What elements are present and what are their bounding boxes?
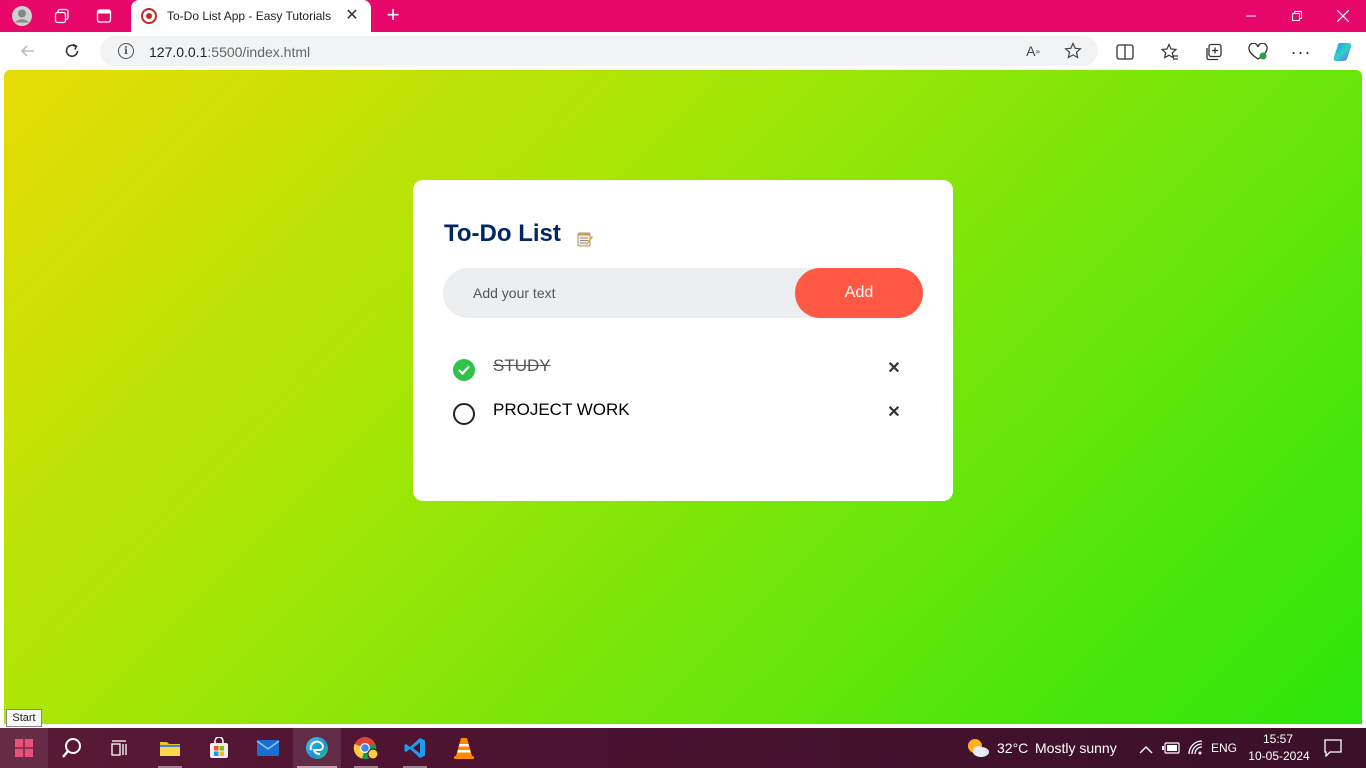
todo-input-row: Add <box>443 268 923 318</box>
todo-card: To-Do List Add STUDY ✕ PROJECT WORK ✕ <box>413 180 953 501</box>
split-screen-icon[interactable] <box>1114 41 1136 63</box>
browser-toolbar: i 127.0.0.1:5500/index.html A» ··· <box>0 32 1366 70</box>
app-title-text: To-Do List <box>444 220 561 247</box>
microsoft-store-icon[interactable] <box>195 728 243 768</box>
start-tooltip: Start <box>6 709 42 727</box>
minimize-button[interactable] <box>1228 0 1274 32</box>
edge-icon[interactable] <box>293 728 341 768</box>
page-viewport: To-Do List Add STUDY ✕ PROJECT WORK ✕ <box>4 70 1362 724</box>
url-path: :5500/index.html <box>207 44 311 60</box>
clock-date[interactable]: 10-05-2024 <box>1248 749 1310 763</box>
task-label: PROJECT WORK <box>493 400 630 419</box>
new-tab-button[interactable]: + <box>381 4 405 28</box>
weather-icon[interactable] <box>966 737 990 759</box>
clock-time[interactable]: 15:57 <box>1250 732 1306 746</box>
todo-input[interactable] <box>473 268 783 318</box>
task-view-icon[interactable] <box>96 728 144 768</box>
notifications-icon[interactable] <box>1324 739 1342 758</box>
address-bar[interactable]: i 127.0.0.1:5500/index.html A» <box>100 36 1098 66</box>
add-button[interactable]: Add <box>795 268 923 318</box>
search-icon[interactable] <box>48 728 96 768</box>
close-window-button[interactable] <box>1320 0 1366 32</box>
battery-icon[interactable] <box>1162 741 1180 755</box>
task-item[interactable]: PROJECT WORK ✕ <box>453 400 913 430</box>
profile-icon[interactable] <box>10 4 34 28</box>
chrome-icon[interactable] <box>342 728 390 768</box>
tab-title: To-Do List App - Easy Tutorials <box>167 9 332 23</box>
site-info-icon[interactable]: i <box>118 43 134 59</box>
workspaces-icon[interactable] <box>50 4 74 28</box>
favorites-icon[interactable] <box>1159 41 1181 63</box>
url-host: 127.0.0.1 <box>149 44 208 60</box>
weather-temp[interactable]: 32°C <box>997 740 1028 756</box>
mail-icon[interactable] <box>244 728 292 768</box>
copilot-icon[interactable] <box>1332 41 1354 63</box>
restore-button[interactable] <box>1274 0 1320 32</box>
url-text[interactable]: 127.0.0.1:5500/index.html <box>149 44 310 60</box>
browser-tab[interactable]: To-Do List App - Easy Tutorials ✕ <box>131 0 371 32</box>
refresh-button[interactable] <box>58 38 86 64</box>
weather-desc[interactable]: Mostly sunny <box>1035 740 1117 756</box>
language-indicator[interactable]: ENG <box>1210 741 1238 755</box>
checked-circle-icon[interactable] <box>453 359 475 381</box>
collections-icon[interactable] <box>1203 41 1225 63</box>
more-menu-icon[interactable]: ··· <box>1290 41 1312 63</box>
delete-task-icon[interactable]: ✕ <box>885 403 903 421</box>
task-label: STUDY <box>493 356 551 375</box>
wifi-icon[interactable] <box>1188 740 1204 756</box>
browser-essentials-icon[interactable] <box>1247 41 1269 63</box>
tab-actions-icon[interactable] <box>92 4 116 28</box>
tab-favicon-icon <box>141 8 157 24</box>
vlc-icon[interactable] <box>440 728 488 768</box>
back-button[interactable] <box>14 38 42 64</box>
task-item[interactable]: STUDY ✕ <box>453 356 913 386</box>
start-button[interactable] <box>0 728 48 768</box>
unchecked-circle-icon[interactable] <box>453 403 475 425</box>
windows-taskbar: 32°C Mostly sunny ENG 15:57 10-05-2024 <box>0 728 1366 768</box>
read-aloud-icon[interactable]: A» <box>1023 41 1043 61</box>
favorite-star-icon[interactable] <box>1063 41 1083 61</box>
notepad-icon <box>577 226 593 247</box>
browser-titlebar: To-Do List App - Easy Tutorials ✕ + <box>0 0 1366 32</box>
vscode-icon[interactable] <box>391 728 439 768</box>
delete-task-icon[interactable]: ✕ <box>885 359 903 377</box>
app-title: To-Do List <box>444 220 593 248</box>
tab-close-icon[interactable]: ✕ <box>343 8 361 24</box>
file-explorer-icon[interactable] <box>146 728 194 768</box>
chevron-up-icon[interactable] <box>1139 742 1153 754</box>
